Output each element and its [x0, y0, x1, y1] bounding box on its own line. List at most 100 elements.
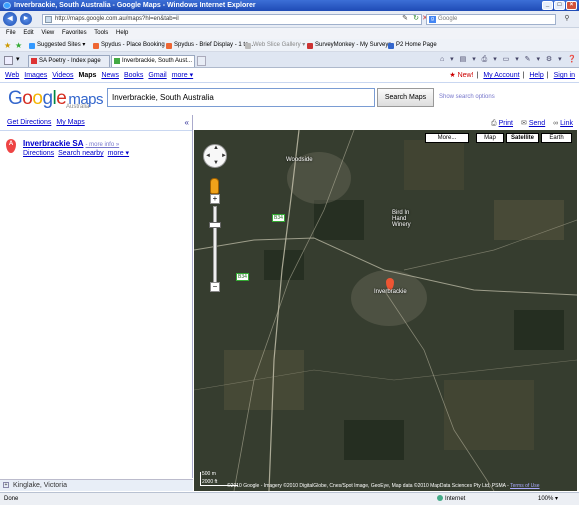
street-view-pegman-icon[interactable]	[210, 178, 219, 194]
pan-right-icon[interactable]: ►	[221, 153, 227, 159]
more-info-link[interactable]: - more info »	[85, 142, 119, 148]
map-view-button[interactable]: Map	[476, 133, 504, 143]
menu-tools[interactable]: Tools	[94, 30, 108, 36]
status-bar: Done Internet 100% ▾	[0, 492, 579, 505]
route-marker-b34-2: B34	[236, 273, 249, 281]
window-title: Inverbrackie, South Australia - Google M…	[14, 2, 256, 9]
compatibility-icon[interactable]: ✎	[400, 14, 410, 24]
menu-file[interactable]: File	[6, 30, 16, 36]
fav-spydus-place-booking[interactable]: Spydus - Place Booking	[93, 39, 165, 51]
route-marker-b34: B34	[272, 214, 285, 222]
result-title-link[interactable]: Inverbrackie SA	[23, 139, 83, 148]
map-type-controls: More... Map Satellite Earth	[425, 133, 572, 143]
gbar-more[interactable]: more ▾	[172, 72, 193, 79]
help-link[interactable]: Help	[529, 72, 543, 79]
pan-down-icon[interactable]: ▼	[213, 160, 219, 166]
favorites-star-icon[interactable]: ★	[4, 39, 11, 51]
menu-view[interactable]: View	[41, 30, 54, 36]
new-badge[interactable]: ★ New!	[449, 72, 473, 79]
divider	[0, 130, 192, 131]
directions-link[interactable]: Directions	[23, 150, 54, 157]
favorites-bar: ★ ★ Suggested Sites ▾ Spydus - Place Boo…	[0, 39, 579, 52]
search-maps-button[interactable]: Search Maps	[377, 88, 434, 107]
menu-edit[interactable]: Edit	[23, 30, 33, 36]
menu-help[interactable]: Help	[116, 30, 128, 36]
left-panel: Get Directions My Maps « A Inverbrackie S…	[0, 115, 193, 478]
gbar-images[interactable]: Images	[24, 72, 47, 79]
logo-region: Australia	[66, 104, 90, 110]
satellite-map[interactable]: More... Map Satellite Earth ▲ ▼ ◄ ► + − …	[194, 130, 577, 491]
pan-up-icon[interactable]: ▲	[213, 145, 219, 151]
get-directions-link[interactable]: Get Directions	[7, 119, 51, 126]
sign-in-link[interactable]: Sign in	[554, 72, 575, 79]
show-search-options-link[interactable]: Show search options	[439, 94, 495, 100]
command-bar-icons[interactable]: ⌂ ▾ ▤ ▾ ⎙ ▾ ▭ ▾ ✎ ▾ ⚙ ▾ ❓	[440, 55, 578, 64]
print-link[interactable]: Print	[499, 120, 513, 127]
fav-spydus-brief-display[interactable]: Spydus - Brief Display - 1 to...	[166, 39, 253, 51]
map-label-woodside: Woodside	[286, 157, 313, 163]
minimize-button[interactable]: _	[542, 1, 553, 10]
back-button[interactable]: ◄	[3, 12, 17, 26]
search-box[interactable]: g Google	[426, 14, 556, 25]
zoom-slider-track[interactable]	[213, 206, 217, 286]
quick-tabs-icon[interactable]	[4, 56, 13, 65]
forward-button[interactable]: ►	[20, 13, 32, 25]
zoom-out-button[interactable]: −	[210, 282, 220, 292]
gbar-maps-current: Maps	[78, 72, 97, 79]
add-favorite-icon[interactable]: ★	[15, 39, 22, 51]
result-marker-icon[interactable]: A	[6, 139, 16, 153]
fav-web-slice-gallery[interactable]: Web Slice Gallery ▾	[245, 39, 305, 51]
tab-favicon	[31, 58, 37, 64]
scale-metric: 500 m	[202, 471, 216, 477]
satellite-view-button[interactable]: Satellite	[506, 133, 539, 143]
my-maps-link[interactable]: My Maps	[56, 119, 84, 126]
search-nearby-link[interactable]: Search nearby	[58, 150, 104, 157]
map-links: ⎙ Print ✉ Send ∞ Link	[491, 119, 573, 128]
tab-bar: ▾ SA Poetry - Index page Inverbrackie, S…	[0, 52, 579, 68]
maps-search-input[interactable]: Inverbrackie, South Australia	[107, 88, 375, 107]
globe-icon	[437, 495, 443, 501]
tab-list-icon[interactable]: ▾	[16, 56, 25, 65]
tab-inverbrackie[interactable]: Inverbrackie, South Aust...	[111, 55, 195, 67]
zoom-in-button[interactable]: +	[210, 194, 220, 204]
pan-control[interactable]: ▲ ▼ ◄ ►	[203, 144, 227, 168]
map-label-inverbrackie: Inverbrackie	[374, 289, 407, 295]
terms-of-use-link[interactable]: Terms of Use	[510, 483, 539, 489]
ie-icon	[3, 2, 11, 9]
fav-suggested-sites[interactable]: Suggested Sites ▾	[29, 39, 85, 51]
send-icon: ✉	[520, 120, 527, 127]
menu-bar: File Edit View Favorites Tools Help	[0, 28, 579, 39]
map-label-winery: Bird In Hand Winery	[392, 210, 411, 228]
fav-p2-home-page[interactable]: P2 Home Page	[388, 39, 437, 51]
collapse-panel-button[interactable]: «	[185, 118, 189, 127]
page-icon	[45, 16, 52, 23]
tab-sa-poetry[interactable]: SA Poetry - Index page	[28, 55, 110, 67]
url-field[interactable]: http://maps.google.com.au/maps?hl=en&tab…	[42, 14, 422, 25]
fav-surveymonkey[interactable]: SurveyMonkey - My Surveys	[307, 39, 391, 51]
zoom-slider-handle[interactable]	[209, 222, 221, 228]
gbar-web[interactable]: Web	[5, 72, 19, 79]
expand-icon[interactable]: +	[3, 482, 9, 488]
gbar-news[interactable]: News	[101, 72, 119, 79]
gbar-gmail[interactable]: Gmail	[148, 72, 166, 79]
pan-left-icon[interactable]: ◄	[205, 153, 211, 159]
new-tab-button[interactable]	[197, 56, 206, 66]
page-zoom-control[interactable]: 100% ▾	[538, 493, 558, 505]
menu-favorites[interactable]: Favorites	[62, 30, 87, 36]
close-window-button[interactable]: ×	[566, 1, 577, 10]
gbar-books[interactable]: Books	[124, 72, 143, 79]
maximize-button[interactable]: □	[554, 1, 565, 10]
google-bar: Web Images Videos Maps News Books Gmail more ▾ …	[0, 69, 579, 83]
send-link[interactable]: Send	[529, 120, 545, 127]
recent-search-bar[interactable]: + Kinglake, Victoria	[0, 479, 193, 491]
more-layers-button[interactable]: More...	[425, 133, 469, 143]
result-more-link[interactable]: more ▾	[108, 150, 129, 157]
status-text: Done	[4, 496, 19, 502]
maps-favicon	[114, 58, 120, 64]
gbar-videos[interactable]: Videos	[52, 72, 73, 79]
link-link[interactable]: Link	[560, 120, 573, 127]
earth-view-button[interactable]: Earth	[541, 133, 572, 143]
logo-google: Google	[8, 88, 67, 109]
my-account-link[interactable]: My Account	[483, 72, 519, 79]
search-magnifier-icon[interactable]: ⚲	[562, 14, 572, 24]
